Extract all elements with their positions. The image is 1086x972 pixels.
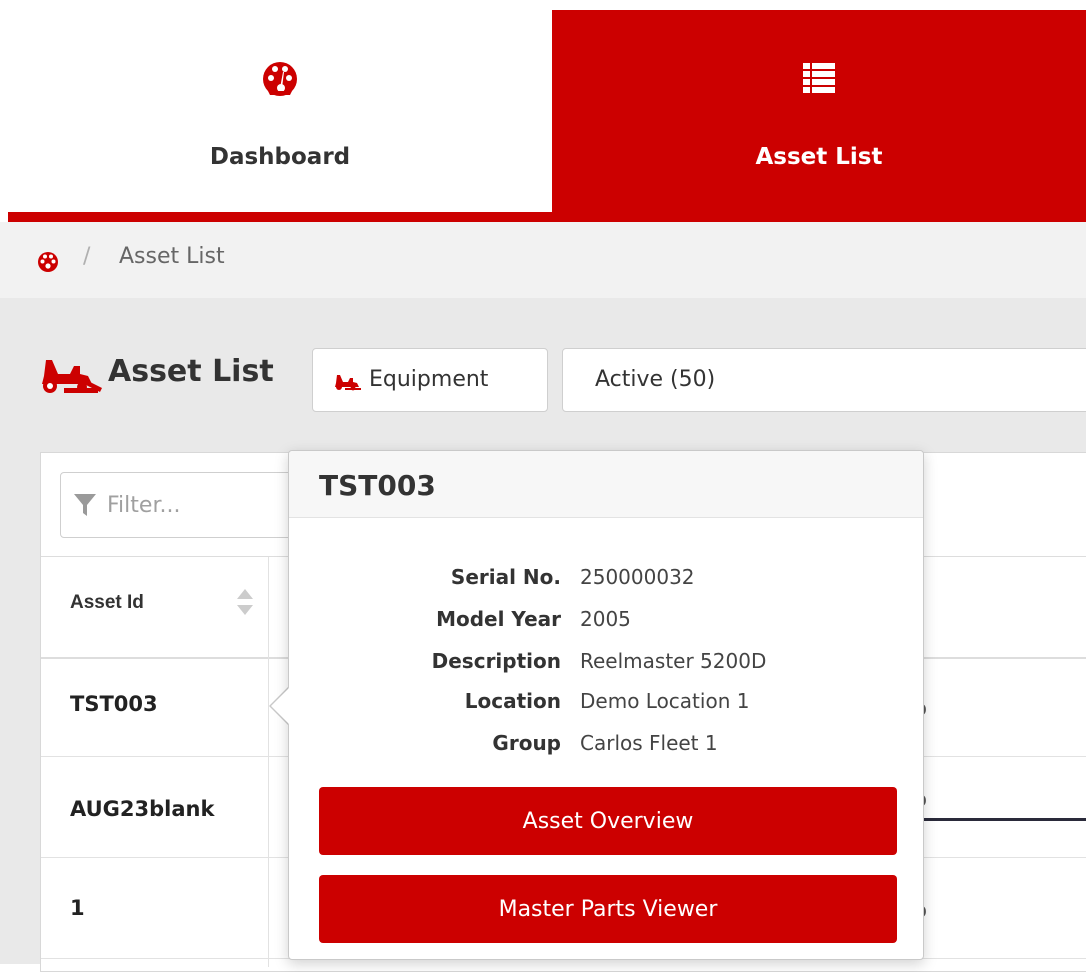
field-value: Reelmaster 5200D [580,649,767,673]
field-label: Serial No. [450,565,561,589]
column-header-asset-id[interactable]: Asset Id [70,592,144,614]
top-navigation: Dashboard Asset List [8,10,1086,222]
tab-asset-list[interactable]: Asset List [552,10,1086,212]
page-title: Asset List [108,354,274,389]
popover-field-group: Group Carlos Fleet 1 [289,731,923,771]
list-icon [803,63,835,93]
breadcrumb-current: Asset List [119,244,225,269]
popover-field-model-year: Model Year 2005 [289,607,923,647]
tab-dashboard[interactable]: Dashboard [8,10,552,212]
field-value: 2005 [580,607,631,631]
popover-header: TST003 [289,451,923,518]
mower-icon [42,360,102,393]
asset-popover: TST003 Serial No. 250000032 Model Year 2… [288,450,924,960]
tab-asset-list-label: Asset List [755,144,883,170]
field-label: Location [464,689,561,713]
asset-overview-button[interactable]: Asset Overview [319,787,897,855]
field-label: Model Year [436,607,561,631]
sort-icon[interactable] [234,586,256,618]
filter-box[interactable] [60,472,310,538]
tab-dashboard-label: Dashboard [209,144,351,170]
field-value: 250000032 [580,565,695,589]
popover-field-location: Location Demo Location 1 [289,689,923,729]
filter-icon [74,494,96,516]
field-value: Carlos Fleet 1 [580,731,718,755]
field-label: Group [492,731,561,755]
nav-active-underline [8,212,1086,222]
popover-arrow [271,687,290,725]
drag-line [910,818,1086,821]
cell-asset-id: AUG23blank [70,797,215,821]
dashboard-gauge-icon [263,62,297,96]
popover-title: TST003 [319,469,436,502]
field-value: Demo Location 1 [580,689,750,713]
status-select[interactable]: Active (50) [562,348,1086,412]
master-parts-viewer-button[interactable]: Master Parts Viewer [319,875,897,943]
breadcrumb-separator: / [83,244,91,269]
equipment-button-label: Equipment [369,367,489,392]
cell-asset-id: TST003 [70,692,158,716]
breadcrumb-home-icon[interactable] [36,250,60,272]
status-select-value: Active (50) [595,367,716,392]
field-label: Description [431,649,561,673]
popover-field-description: Description Reelmaster 5200D [289,649,923,689]
mower-icon [335,375,361,391]
popover-field-serial: Serial No. 250000032 [289,565,923,605]
filter-input[interactable] [107,487,297,523]
equipment-button[interactable]: Equipment [312,348,548,412]
cell-asset-id: 1 [70,896,85,920]
